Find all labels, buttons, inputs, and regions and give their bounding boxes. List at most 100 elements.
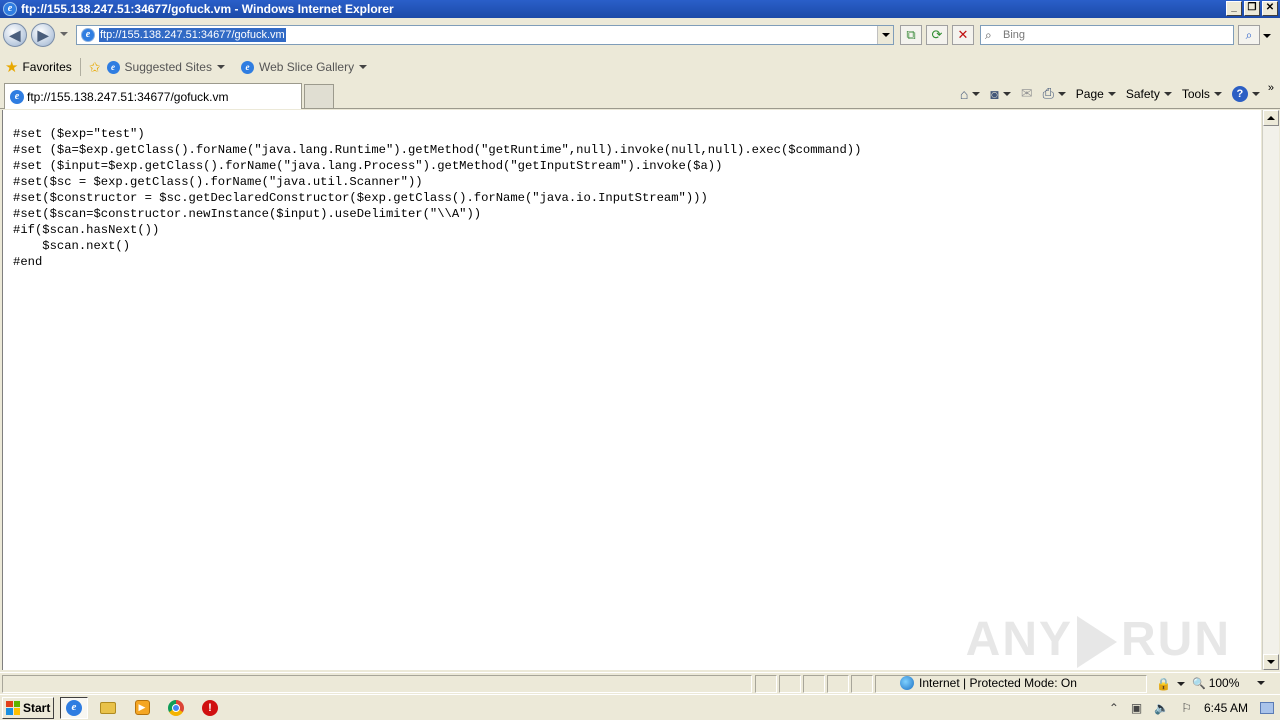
zoom-label: 100% — [1208, 676, 1240, 690]
window-title: ftp://155.138.247.51:34677/gofuck.vm - W… — [21, 2, 394, 16]
favorites-item-suggested-sites[interactable]: e Suggested Sites — [106, 60, 225, 74]
rss-icon: ◙ — [990, 85, 999, 102]
start-label: Start — [23, 700, 51, 715]
zoom-icon: 🔍 — [1192, 677, 1206, 690]
scroll-up-button[interactable] — [1263, 110, 1279, 126]
tab-bar: e ftp://155.138.247.51:34677/gofuck.vm ⌂… — [0, 80, 1280, 109]
code-text: #set ($exp="test") #set ($a=$exp.getClas… — [13, 127, 862, 269]
forward-button[interactable]: ▶ — [31, 23, 55, 47]
page-menu[interactable]: Page — [1076, 87, 1116, 101]
command-bar: ⌂ ◙ ✉ ⎙ Page Safety Tools ? » — [950, 82, 1274, 102]
watermark-text-right: RUN — [1121, 612, 1231, 666]
chevron-down-icon — [1107, 91, 1116, 96]
status-pane — [803, 675, 825, 693]
show-desktop-button[interactable] — [1260, 702, 1274, 714]
refresh-button[interactable]: ⟳ — [926, 25, 948, 45]
navigation-bar: ◀ ▶ e ftp://155.138.247.51:34677/gofuck.… — [0, 18, 1280, 54]
tab-label: ftp://155.138.247.51:34677/gofuck.vm — [27, 89, 229, 104]
more-commands-icon[interactable]: » — [1268, 82, 1274, 94]
chevron-up-icon — [1267, 116, 1275, 120]
feeds-button[interactable]: ◙ — [990, 85, 1011, 102]
security-zone[interactable]: Internet | Protected Mode: On — [900, 676, 1077, 690]
address-dropdown-button[interactable] — [877, 26, 893, 44]
scroll-down-button[interactable] — [1263, 654, 1279, 670]
watermark-text-left: ANY — [965, 612, 1073, 666]
read-mail-button[interactable]: ✉ — [1021, 85, 1033, 102]
page-icon: e — [81, 28, 95, 42]
show-hidden-icons-icon[interactable]: ⌃ — [1109, 701, 1119, 715]
recent-pages-dropdown[interactable] — [60, 32, 68, 36]
ie-icon: e — [240, 60, 254, 74]
volume-icon[interactable]: 🔈 — [1154, 701, 1169, 715]
favorites-bar: ★ Favorites ✩ e Suggested Sites e Web Sl… — [0, 54, 1280, 80]
chevron-down-icon — [972, 91, 981, 96]
search-box[interactable]: ⌕ Bing — [980, 25, 1234, 45]
minimize-button[interactable]: _ — [1226, 1, 1242, 16]
favorites-button[interactable]: Favorites — [22, 60, 71, 74]
page-content: #set ($exp="test") #set ($a=$exp.getClas… — [2, 110, 1261, 670]
taskbar-internet-explorer[interactable]: e — [60, 696, 88, 719]
status-pane — [827, 675, 849, 693]
tools-menu-label: Tools — [1181, 86, 1210, 101]
chevron-down-icon — [216, 65, 225, 69]
new-tab-button[interactable] — [304, 84, 334, 108]
taskbar-app[interactable]: ! — [196, 697, 224, 719]
folder-icon — [100, 701, 116, 714]
windows-logo-icon — [6, 700, 20, 715]
globe-icon — [900, 676, 914, 690]
network-icon[interactable]: ▣ — [1131, 701, 1142, 715]
chevron-down-icon — [1002, 91, 1011, 96]
safety-menu-label: Safety — [1125, 86, 1160, 101]
chevron-down-icon — [1267, 660, 1275, 664]
taskbar-file-explorer[interactable] — [94, 697, 122, 719]
add-to-favorites-icon[interactable]: ✩ — [89, 59, 101, 76]
favorites-star-icon: ★ — [5, 59, 19, 76]
home-icon: ⌂ — [959, 85, 969, 102]
print-button[interactable]: ⎙ — [1043, 85, 1066, 102]
ie-icon: e — [66, 699, 82, 716]
window-controls: _ ❐ ✕ — [1226, 1, 1278, 16]
start-button[interactable]: Start — [2, 696, 54, 719]
search-go-button[interactable]: ⌕ — [1238, 25, 1260, 45]
search-input[interactable]: Bing — [1003, 29, 1025, 41]
search-options-dropdown[interactable] — [1263, 34, 1271, 38]
zone-label: Internet | Protected Mode: On — [919, 676, 1077, 690]
address-bar[interactable]: e ftp://155.138.247.51:34677/gofuck.vm — [76, 25, 894, 45]
back-button[interactable]: ◀ — [3, 23, 27, 47]
close-button[interactable]: ✕ — [1262, 1, 1278, 16]
anyrun-watermark: ANY RUN — [966, 612, 1231, 668]
clock[interactable]: 6:45 AM — [1204, 701, 1248, 715]
page-menu-label: Page — [1075, 86, 1104, 101]
favorites-item-label: Web Slice Gallery — [258, 60, 355, 74]
address-input[interactable]: ftp://155.138.247.51:34677/gofuck.vm — [99, 28, 286, 42]
taskbar-media-player[interactable]: ▶ — [128, 697, 156, 719]
safety-menu[interactable]: Safety — [1126, 87, 1172, 101]
chevron-down-icon — [1176, 682, 1185, 686]
restore-button[interactable]: ❐ — [1244, 1, 1260, 16]
status-pane — [779, 675, 801, 693]
search-icon: ⌕ — [985, 27, 992, 42]
zoom-level-button[interactable]: 🔍 100% — [1192, 676, 1266, 690]
divider — [79, 58, 81, 76]
status-pane — [755, 675, 777, 693]
status-bar: Internet | Protected Mode: On 🔒 🔍 100% — [0, 672, 1280, 694]
ie-icon: e — [3, 2, 17, 16]
status-text-pane — [2, 675, 752, 693]
chevron-down-icon — [1057, 91, 1066, 96]
home-button[interactable]: ⌂ — [959, 85, 981, 102]
system-tray: ⌃ ▣ 🔈 ⚐ 6:45 AM — [1109, 696, 1280, 720]
vertical-scrollbar[interactable] — [1262, 110, 1279, 670]
chrome-icon — [168, 699, 184, 716]
ie-icon: e — [106, 60, 120, 74]
favorites-item-web-slice-gallery[interactable]: e Web Slice Gallery — [240, 60, 368, 74]
chevron-down-icon — [359, 65, 368, 69]
action-center-flag-icon[interactable]: ⚐ — [1181, 701, 1192, 715]
compatibility-view-button[interactable]: ⧉ — [900, 25, 922, 45]
taskbar-chrome[interactable] — [162, 697, 190, 719]
protected-mode-button[interactable]: 🔒 — [1156, 677, 1185, 691]
help-menu[interactable]: ? — [1231, 85, 1260, 102]
tab-active[interactable]: e ftp://155.138.247.51:34677/gofuck.vm — [4, 83, 302, 109]
stop-button[interactable]: ✕ — [952, 25, 974, 45]
tools-menu[interactable]: Tools — [1182, 87, 1222, 101]
media-player-icon: ▶ — [134, 700, 150, 715]
